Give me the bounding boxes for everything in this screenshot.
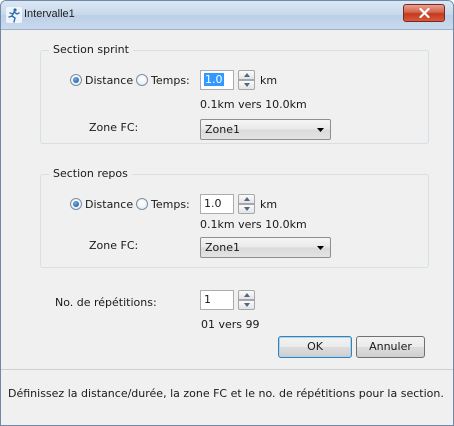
title-bar[interactable]: Intervalle1 bbox=[1, 1, 453, 30]
dialog-content: Section sprint Distance Temps: 1.0 km 0.… bbox=[1, 30, 453, 425]
rest-zone-select[interactable]: Zone1 bbox=[200, 237, 331, 258]
sprint-zone-select[interactable]: Zone1 bbox=[200, 119, 331, 140]
sprint-zone-value: Zone1 bbox=[205, 123, 241, 136]
sprint-distance-radio[interactable] bbox=[70, 74, 82, 86]
cancel-button[interactable]: Annuler bbox=[356, 336, 425, 358]
ok-button[interactable]: OK bbox=[278, 336, 352, 358]
repetitions-range-hint: 01 vers 99 bbox=[201, 318, 260, 331]
sprint-time-radio[interactable] bbox=[136, 74, 148, 86]
rest-range-hint: 0.1km vers 10.0km bbox=[200, 218, 307, 231]
close-button[interactable] bbox=[403, 4, 445, 22]
repetitions-value: 1 bbox=[204, 293, 211, 306]
repetitions-spin-up-button[interactable] bbox=[238, 290, 255, 300]
sprint-zone-label: Zone FC: bbox=[89, 121, 139, 134]
rest-value-spinner[interactable] bbox=[238, 194, 255, 214]
status-text: Définissez la distance/durée, la zone FC… bbox=[8, 387, 444, 400]
sprint-section-legend: Section sprint bbox=[49, 43, 133, 56]
repetitions-label: No. de répétitions: bbox=[55, 296, 157, 309]
rest-value-text: 1.0 bbox=[204, 197, 222, 210]
status-bar: Définissez la distance/durée, la zone FC… bbox=[1, 369, 453, 425]
status-divider bbox=[1, 369, 453, 370]
runner-icon bbox=[6, 7, 22, 23]
window-title: Intervalle1 bbox=[24, 8, 75, 20]
caret-down-icon bbox=[244, 83, 250, 87]
rest-distance-radio[interactable] bbox=[70, 198, 82, 210]
sprint-spin-down-button[interactable] bbox=[238, 80, 255, 90]
caret-down-icon bbox=[244, 207, 250, 211]
rest-distance-label[interactable]: Distance bbox=[85, 198, 133, 211]
sprint-value-text: 1.0 bbox=[204, 73, 224, 86]
rest-section-legend: Section repos bbox=[49, 167, 132, 180]
sprint-range-hint: 0.1km vers 10.0km bbox=[200, 98, 307, 111]
rest-spin-down-button[interactable] bbox=[238, 204, 255, 214]
sprint-unit: km bbox=[260, 74, 278, 87]
rest-time-label[interactable]: Temps: bbox=[151, 198, 190, 211]
caret-down-icon bbox=[244, 303, 250, 307]
sprint-spin-up-button[interactable] bbox=[238, 70, 255, 80]
sprint-value-input[interactable]: 1.0 bbox=[200, 70, 234, 90]
rest-unit: km bbox=[260, 198, 278, 211]
sprint-value-spinner[interactable] bbox=[238, 70, 255, 90]
sprint-time-label[interactable]: Temps: bbox=[151, 74, 190, 87]
rest-spin-up-button[interactable] bbox=[238, 194, 255, 204]
rest-value-input[interactable]: 1.0 bbox=[200, 194, 234, 214]
caret-up-icon bbox=[244, 73, 250, 77]
rest-zone-label: Zone FC: bbox=[89, 239, 139, 252]
close-icon bbox=[419, 8, 430, 18]
caret-up-icon bbox=[244, 293, 250, 297]
repetitions-spin-down-button[interactable] bbox=[238, 300, 255, 310]
dropdown-arrow-icon bbox=[317, 128, 324, 132]
dialog-window: Intervalle1 Section sprint Distance Temp… bbox=[0, 0, 454, 426]
repetitions-input[interactable]: 1 bbox=[200, 290, 234, 310]
dropdown-arrow-icon bbox=[317, 246, 324, 250]
rest-time-radio[interactable] bbox=[136, 198, 148, 210]
sprint-distance-label[interactable]: Distance bbox=[85, 74, 133, 87]
rest-zone-value: Zone1 bbox=[205, 241, 241, 254]
repetitions-spinner[interactable] bbox=[238, 290, 255, 310]
caret-up-icon bbox=[244, 197, 250, 201]
